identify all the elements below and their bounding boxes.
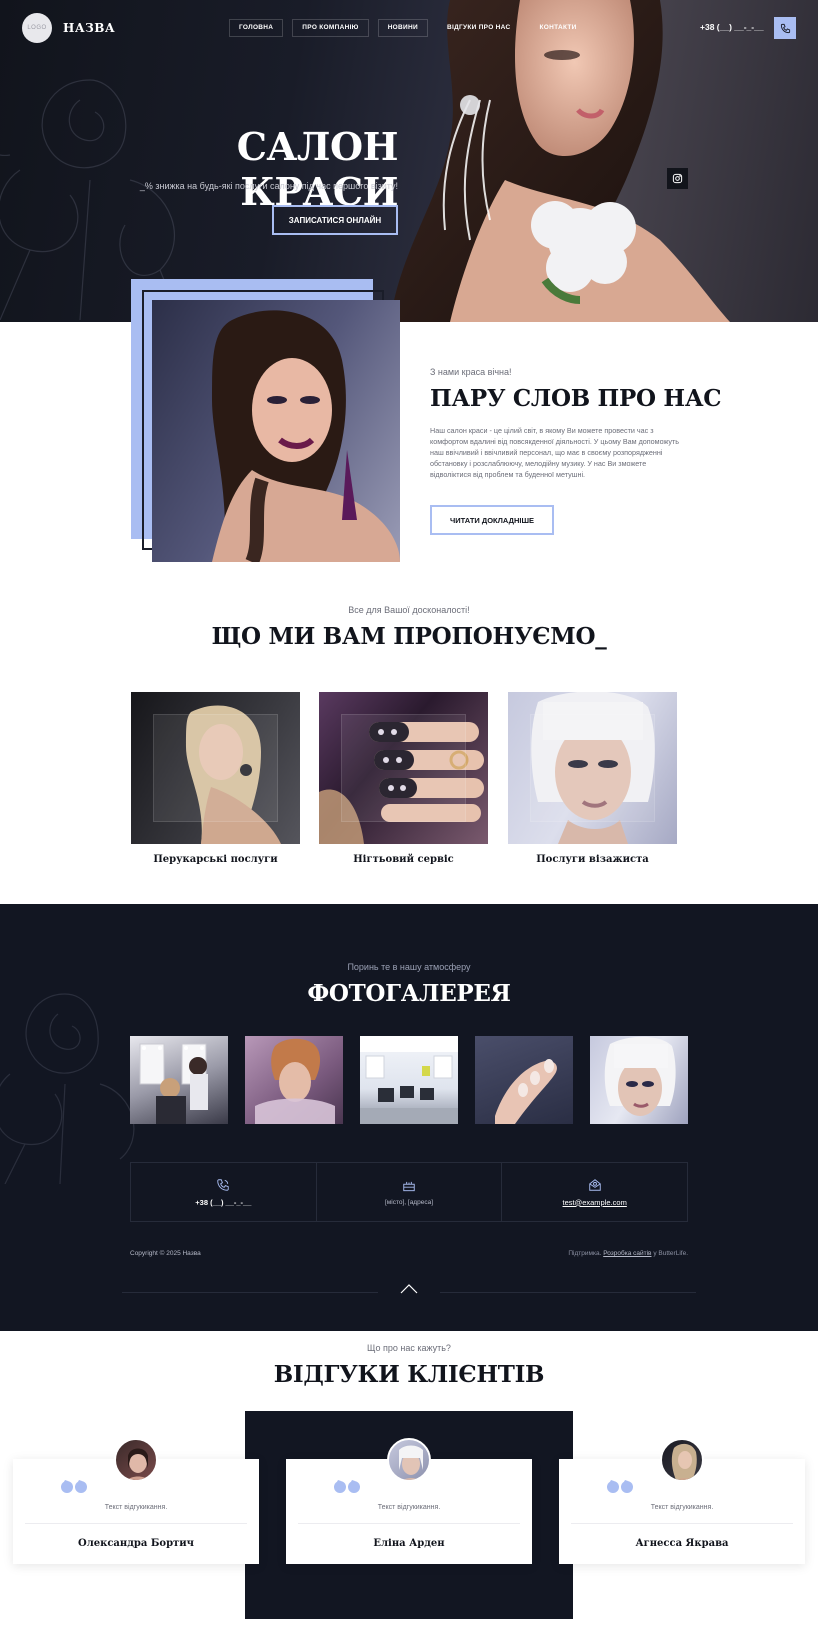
review-text: Текст відгукикання. bbox=[377, 1504, 441, 1511]
read-more-button[interactable]: ЧИТАТИ ДОКЛАДНІШЕ bbox=[430, 505, 554, 535]
nav-item-reviews[interactable]: ВІДГУКИ ПРО НАС bbox=[437, 19, 521, 37]
main-nav: ГОЛОВНА ПРО КОМПАНІЮ НОВИНИ ВІДГУКИ ПРО … bbox=[229, 19, 587, 37]
gallery-image-manicure[interactable] bbox=[475, 1036, 573, 1124]
service-image-makeup bbox=[508, 692, 677, 844]
service-image-hair bbox=[131, 692, 300, 844]
contact-address: [місто], [адреса] bbox=[317, 1163, 503, 1221]
about-text: Наш салон краси - це цілий світ, в якому… bbox=[430, 426, 680, 479]
review-separator bbox=[298, 1523, 520, 1524]
review-author: Агнесса Якрава bbox=[635, 1538, 729, 1549]
review-author: Еліна Арден bbox=[373, 1538, 445, 1549]
reviews-kicker: Що про нас кажуть? bbox=[367, 1343, 451, 1353]
service-card[interactable]: Послуги візажиста bbox=[508, 692, 677, 865]
scroll-up-button[interactable] bbox=[398, 1281, 420, 1297]
service-card[interactable]: Нігтьовий сервіс bbox=[319, 692, 488, 865]
instagram-button[interactable] bbox=[667, 168, 688, 189]
footer-divider bbox=[440, 1292, 696, 1293]
quote-icon bbox=[61, 1480, 87, 1493]
services-kicker: Все для Вашої досконалості! bbox=[348, 605, 470, 615]
logo[interactable]: LOGO bbox=[22, 13, 52, 43]
call-button[interactable] bbox=[774, 17, 796, 39]
gallery-title: ФОТОГАЛЕРЕЯ bbox=[307, 980, 511, 1007]
review-text: Текст відгукикання. bbox=[104, 1504, 168, 1511]
nav-item-home[interactable]: ГОЛОВНА bbox=[229, 19, 284, 37]
chevron-up-icon bbox=[400, 1284, 418, 1294]
nav-item-about[interactable]: ПРО КОМПАНІЮ bbox=[292, 19, 369, 37]
gallery-kicker: Поринь те в нашу атмосферу bbox=[347, 962, 471, 972]
avatar bbox=[387, 1438, 431, 1482]
hero-title: САЛОН КРАСИ bbox=[236, 124, 399, 214]
book-online-button[interactable]: ЗАПИСАТИСЯ ОНЛАЙН bbox=[272, 205, 398, 235]
avatar bbox=[660, 1438, 704, 1482]
phone-icon bbox=[217, 1178, 230, 1191]
service-card[interactable]: Перукарські послуги bbox=[131, 692, 300, 865]
services-title: ЩО МИ ВАМ ПРОПОНУЄМО_ bbox=[211, 623, 607, 650]
service-name: Нігтьовий сервіс bbox=[353, 854, 454, 865]
service-image-nails bbox=[319, 692, 488, 844]
copyright: Copyright © 2025 Назва bbox=[130, 1250, 201, 1257]
about-kicker: З нами краса вічна! bbox=[430, 367, 512, 377]
instagram-icon bbox=[672, 173, 683, 184]
contact-phone[interactable]: +38 (__) __-_-__ bbox=[131, 1163, 317, 1221]
review-separator bbox=[571, 1523, 793, 1524]
contact-address-text: [місто], [адреса] bbox=[384, 1198, 434, 1206]
nav-item-contacts[interactable]: КОНТАКТИ bbox=[530, 19, 587, 37]
support-suffix: у ButterLife. bbox=[653, 1250, 688, 1257]
gallery-image-salon-interior[interactable] bbox=[360, 1036, 458, 1124]
about-title: ПАРУ СЛОВ ПРО НАС bbox=[430, 385, 722, 412]
map-icon bbox=[403, 1181, 415, 1191]
quote-icon bbox=[334, 1480, 360, 1493]
gallery-image-makeup[interactable] bbox=[590, 1036, 688, 1124]
reviews-title: ВІДГУКИ КЛІЄНТІВ bbox=[273, 1361, 545, 1388]
gallery-section: Поринь те в нашу атмосферу ФОТОГАЛЕРЕЯ +… bbox=[0, 904, 818, 1331]
mail-icon bbox=[588, 1178, 601, 1191]
gallery-image-salon-mirror[interactable] bbox=[130, 1036, 228, 1124]
avatar bbox=[114, 1438, 158, 1482]
contact-phone-text: +38 (__) __-_-__ bbox=[195, 1197, 252, 1207]
service-name: Перукарські послуги bbox=[153, 854, 278, 865]
hero-subtitle: _% знижка на будь-які послуги салону під… bbox=[139, 181, 398, 191]
contact-email[interactable]: test@example.com bbox=[502, 1163, 687, 1221]
phone-icon bbox=[780, 23, 790, 33]
quote-icon bbox=[607, 1480, 633, 1493]
contacts-bar: +38 (__) __-_-__ [місто], [адреса] test@… bbox=[130, 1162, 688, 1222]
contact-email-link[interactable]: test@example.com bbox=[563, 1198, 627, 1207]
review-separator bbox=[25, 1523, 247, 1524]
footer-divider bbox=[122, 1292, 378, 1293]
review-author: Олександра Бортич bbox=[78, 1538, 194, 1549]
gallery-image-updo[interactable] bbox=[245, 1036, 343, 1124]
support-link[interactable]: Розробка сайтів bbox=[603, 1250, 651, 1257]
about-portrait-image bbox=[152, 300, 400, 562]
support-credit: Підтримка. Розробка сайтів у ButterLife. bbox=[480, 1250, 688, 1257]
hero-section: LOGO НАЗВА ГОЛОВНА ПРО КОМПАНІЮ НОВИНИ В… bbox=[0, 0, 818, 322]
brand-name[interactable]: НАЗВА bbox=[63, 21, 115, 35]
service-name: Послуги візажиста bbox=[536, 854, 649, 865]
review-text: Текст відгукикання. bbox=[650, 1504, 714, 1511]
nav-item-news[interactable]: НОВИНИ bbox=[377, 19, 428, 37]
support-prefix: Підтримка. bbox=[568, 1250, 602, 1257]
hero-portrait-image bbox=[390, 0, 730, 322]
header-phone[interactable]: +38 (__) __-_-__ bbox=[700, 22, 764, 32]
